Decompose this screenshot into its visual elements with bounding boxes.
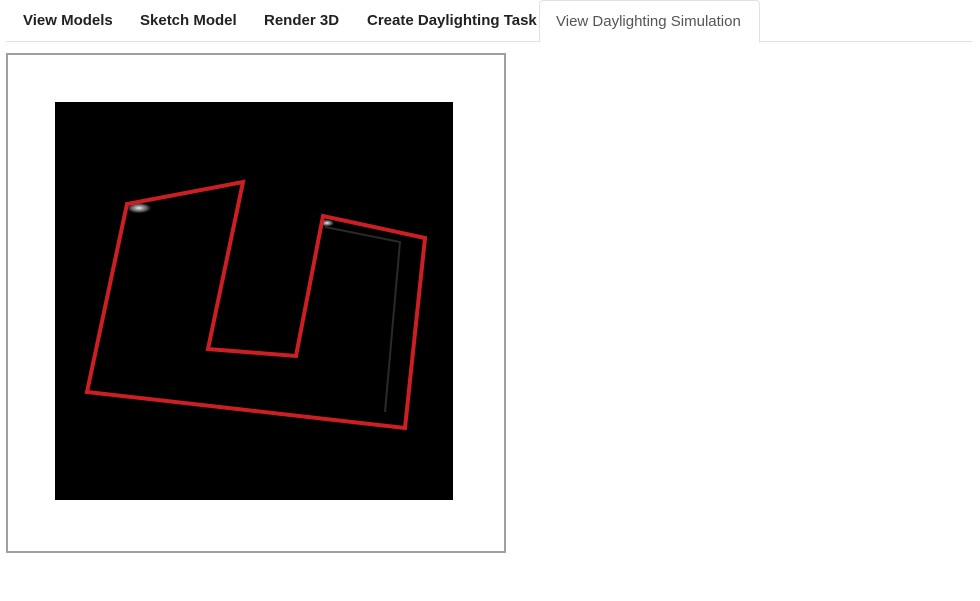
building-outline [84,179,428,431]
tab-bar: View Models Sketch Model Render 3D Creat… [6,0,972,43]
tab-view-daylighting-simulation[interactable]: View Daylighting Simulation [539,0,760,43]
tab-sketch-model[interactable]: Sketch Model [124,0,253,42]
daylighting-simulation-canvas[interactable] [55,102,453,500]
tab-create-daylighting-task[interactable]: Create Daylighting Task [351,0,553,42]
tab-render-3d[interactable]: Render 3D [248,0,355,42]
daylighting-simulation-image [84,179,428,431]
tab-view-models[interactable]: View Models [7,0,129,42]
inner-wall-shadow [324,226,402,413]
simulation-viewer-frame [6,53,506,553]
